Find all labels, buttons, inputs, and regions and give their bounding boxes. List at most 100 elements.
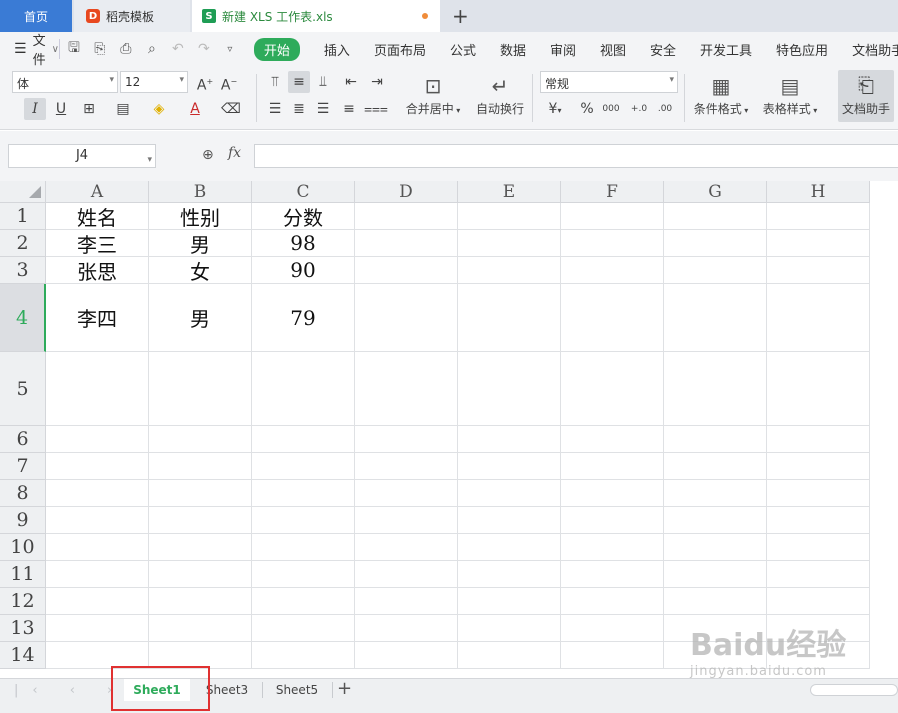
cell-b11[interactable]: [149, 561, 252, 588]
cell-c13[interactable]: [252, 615, 355, 642]
cell-g7[interactable]: [664, 453, 767, 480]
cell-f4[interactable]: [561, 284, 664, 352]
cell-h12[interactable]: [767, 588, 870, 615]
name-box[interactable]: J4 ▾: [8, 144, 156, 168]
cell-b1[interactable]: 性别: [149, 203, 252, 230]
cell-c14[interactable]: [252, 642, 355, 669]
row-header-2[interactable]: 2: [0, 230, 46, 257]
cell-a2[interactable]: 李三: [46, 230, 149, 257]
cell-c10[interactable]: [252, 534, 355, 561]
cell-a1[interactable]: 姓名: [46, 203, 149, 230]
menu-item-insert[interactable]: 插入: [324, 40, 350, 59]
cell-d9[interactable]: [355, 507, 458, 534]
cell-d14[interactable]: [355, 642, 458, 669]
save-icon[interactable]: 🖫: [66, 37, 82, 61]
cell-f1[interactable]: [561, 203, 664, 230]
cell-f3[interactable]: [561, 257, 664, 284]
align-right-icon[interactable]: ☰: [312, 98, 334, 120]
cell-h10[interactable]: [767, 534, 870, 561]
fill-color-icon[interactable]: ◈: [148, 98, 170, 120]
cell-g1[interactable]: [664, 203, 767, 230]
doc-helper-button[interactable]: ⎗ 文档助手: [838, 70, 894, 122]
cell-d3[interactable]: [355, 257, 458, 284]
justify-icon[interactable]: ≡: [338, 98, 360, 120]
cell-c7[interactable]: [252, 453, 355, 480]
cell-d6[interactable]: [355, 426, 458, 453]
cell-e5[interactable]: [458, 352, 561, 426]
cell-e4[interactable]: [458, 284, 561, 352]
file-menu[interactable]: ☰ 文件 ∨: [0, 30, 59, 68]
font-color-icon[interactable]: A: [184, 98, 206, 120]
fx-icon[interactable]: fx: [228, 145, 241, 161]
cell-f10[interactable]: [561, 534, 664, 561]
customize-dropdown-icon[interactable]: ▿: [222, 44, 238, 55]
undo-icon[interactable]: ↶: [170, 41, 186, 57]
decrease-indent-icon[interactable]: ⇤: [340, 71, 362, 93]
cell-b12[interactable]: [149, 588, 252, 615]
cell-h11[interactable]: [767, 561, 870, 588]
row-header-13[interactable]: 13: [0, 615, 46, 642]
increase-font-icon[interactable]: A+: [194, 71, 216, 94]
italic-button[interactable]: I: [24, 98, 46, 120]
row-header-7[interactable]: 7: [0, 453, 46, 480]
decrease-decimal-icon[interactable]: .00: [654, 98, 676, 120]
number-format-select[interactable]: 常规 ▾: [540, 71, 678, 93]
cell-d13[interactable]: [355, 615, 458, 642]
menu-item-start[interactable]: 开始: [253, 37, 300, 61]
align-left-icon[interactable]: ☰: [264, 98, 286, 120]
menu-item-formulas[interactable]: 公式: [450, 40, 476, 59]
column-header-c[interactable]: C: [252, 181, 355, 203]
menu-item-page-layout[interactable]: 页面布局: [374, 40, 426, 59]
cell-g12[interactable]: [664, 588, 767, 615]
cell-d7[interactable]: [355, 453, 458, 480]
cell-g9[interactable]: [664, 507, 767, 534]
zoom-icon[interactable]: ⊕: [202, 147, 214, 163]
cell-a4[interactable]: 李四: [46, 284, 149, 352]
row-header-8[interactable]: 8: [0, 480, 46, 507]
row-header-14[interactable]: 14: [0, 642, 46, 669]
cell-f9[interactable]: [561, 507, 664, 534]
cell-c11[interactable]: [252, 561, 355, 588]
column-header-a[interactable]: A: [46, 181, 149, 203]
cell-f2[interactable]: [561, 230, 664, 257]
cell-b10[interactable]: [149, 534, 252, 561]
font-name-select[interactable]: 体 ▾: [12, 71, 118, 93]
cell-b7[interactable]: [149, 453, 252, 480]
row-header-4[interactable]: 4: [0, 284, 46, 352]
cell-a8[interactable]: [46, 480, 149, 507]
cell-a10[interactable]: [46, 534, 149, 561]
cell-h9[interactable]: [767, 507, 870, 534]
cell-b13[interactable]: [149, 615, 252, 642]
cell-e3[interactable]: [458, 257, 561, 284]
cell-h4[interactable]: [767, 284, 870, 352]
cell-c2[interactable]: 98: [252, 230, 355, 257]
row-header-1[interactable]: 1: [0, 203, 46, 230]
distributed-icon[interactable]: ⩶: [364, 98, 388, 120]
cell-e11[interactable]: [458, 561, 561, 588]
row-header-12[interactable]: 12: [0, 588, 46, 615]
cell-c1[interactable]: 分数: [252, 203, 355, 230]
cell-d8[interactable]: [355, 480, 458, 507]
column-header-d[interactable]: D: [355, 181, 458, 203]
formula-input[interactable]: [254, 144, 898, 168]
menu-item-view[interactable]: 视图: [600, 40, 626, 59]
menu-item-special[interactable]: 特色应用: [776, 40, 828, 59]
cell-a6[interactable]: [46, 426, 149, 453]
row-header-10[interactable]: 10: [0, 534, 46, 561]
increase-decimal-icon[interactable]: +.0: [628, 98, 650, 120]
add-sheet-button[interactable]: +: [337, 678, 352, 699]
cell-h8[interactable]: [767, 480, 870, 507]
cell-b4[interactable]: 男: [149, 284, 252, 352]
cell-f5[interactable]: [561, 352, 664, 426]
cell-e10[interactable]: [458, 534, 561, 561]
print-icon[interactable]: ⎙: [118, 41, 134, 57]
decrease-font-icon[interactable]: A−: [218, 71, 240, 94]
cell-a7[interactable]: [46, 453, 149, 480]
table-style-button[interactable]: ▤ 表格样式 ▾: [760, 72, 820, 117]
cell-e9[interactable]: [458, 507, 561, 534]
wrap-text-button[interactable]: ↵ 自动换行: [472, 72, 528, 117]
cell-h5[interactable]: [767, 352, 870, 426]
cell-h7[interactable]: [767, 453, 870, 480]
cell-c8[interactable]: [252, 480, 355, 507]
row-header-3[interactable]: 3: [0, 257, 46, 284]
